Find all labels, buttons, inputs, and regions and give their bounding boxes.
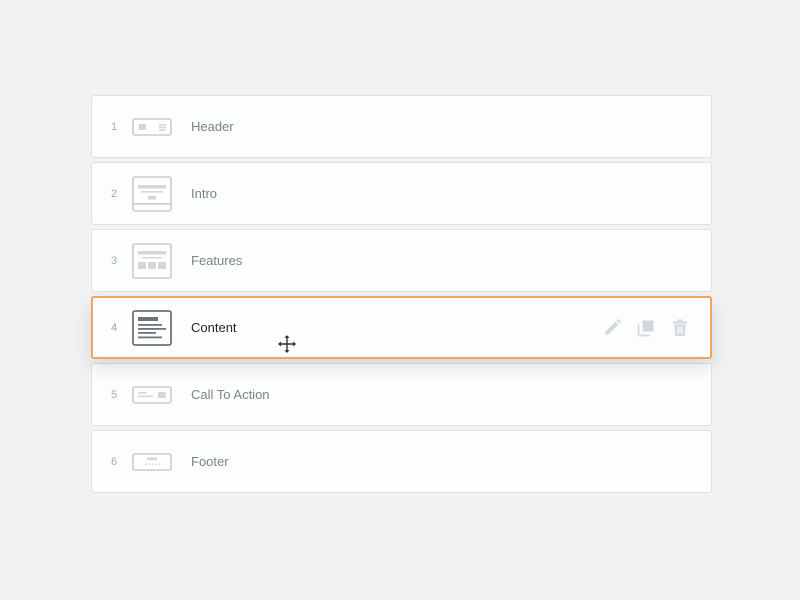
section-row-call-to-action[interactable]: 5 Call To Action — [91, 363, 712, 426]
move-cursor-icon — [277, 334, 297, 354]
section-label: Intro — [191, 163, 217, 224]
row-number: 6 — [110, 431, 118, 492]
section-row-header[interactable]: 1 Header — [91, 95, 712, 158]
section-label: Footer — [191, 431, 229, 492]
pencil-icon — [602, 318, 622, 338]
edit-button[interactable] — [602, 318, 622, 338]
footer-layout-icon — [132, 444, 172, 480]
row-number: 4 — [110, 298, 118, 357]
section-list: 1 Header 2 Intro 3 Featu — [91, 95, 712, 497]
trash-icon — [670, 318, 690, 338]
intro-layout-icon — [132, 176, 172, 212]
row-number: 3 — [110, 230, 118, 291]
section-row-content[interactable]: 4 Content — [91, 296, 712, 359]
row-number: 2 — [110, 163, 118, 224]
section-label: Call To Action — [191, 364, 270, 425]
section-label: Features — [191, 230, 242, 291]
content-layout-icon — [132, 310, 172, 346]
section-label: Content — [191, 298, 237, 357]
section-row-footer[interactable]: 6 Footer — [91, 430, 712, 493]
row-number: 1 — [110, 96, 118, 157]
call-to-action-layout-icon — [132, 377, 172, 413]
delete-button[interactable] — [670, 318, 690, 338]
section-label: Header — [191, 96, 234, 157]
section-row-intro[interactable]: 2 Intro — [91, 162, 712, 225]
header-layout-icon — [132, 109, 172, 145]
duplicate-icon — [636, 318, 656, 338]
row-actions — [602, 298, 690, 357]
features-layout-icon — [132, 243, 172, 279]
row-number: 5 — [110, 364, 118, 425]
duplicate-button[interactable] — [636, 318, 656, 338]
section-row-features[interactable]: 3 Features — [91, 229, 712, 292]
